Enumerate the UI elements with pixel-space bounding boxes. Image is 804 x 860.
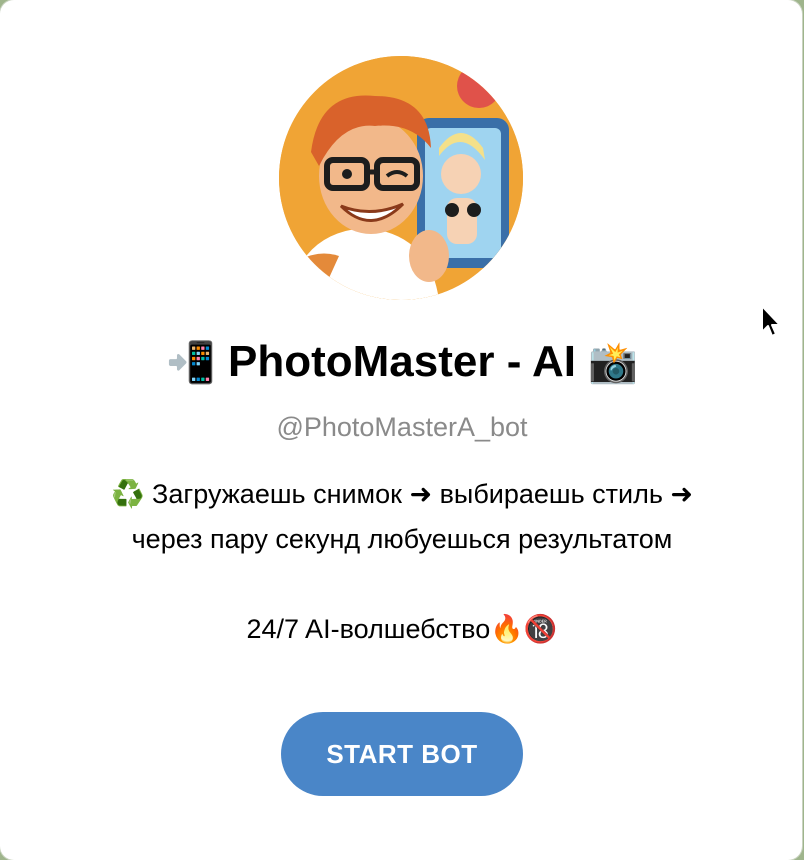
description-line: через пару секунд любуешься результатом [131,524,673,554]
description-spacer [20,562,784,607]
description-line: ♻️ Загружаешь снимок ➜ выбираешь стиль ➜ [110,479,694,509]
bot-name: PhotoMaster - AI [228,337,576,386]
camera-flash-icon: 📸 [588,341,639,385]
avatar-illustration [279,56,523,300]
bot-avatar [279,56,523,300]
description-line: 24/7 AI-волшебство🔥🔞 [246,614,558,644]
start-bot-button[interactable]: START BOT [281,712,523,796]
bot-username: @PhotoMasterA_bot [276,412,528,442]
bot-info-card: 📲 PhotoMaster - AI 📸 @PhotoMasterA_bot ♻… [0,0,802,860]
bot-description: ♻️ Загружаешь снимок ➜ выбираешь стиль ➜… [20,472,784,652]
mobile-phone-arrow-icon: 📲 [165,341,216,385]
bot-title: 📲 PhotoMaster - AI 📸 [0,334,804,391]
mouse-pointer-icon [761,305,781,337]
